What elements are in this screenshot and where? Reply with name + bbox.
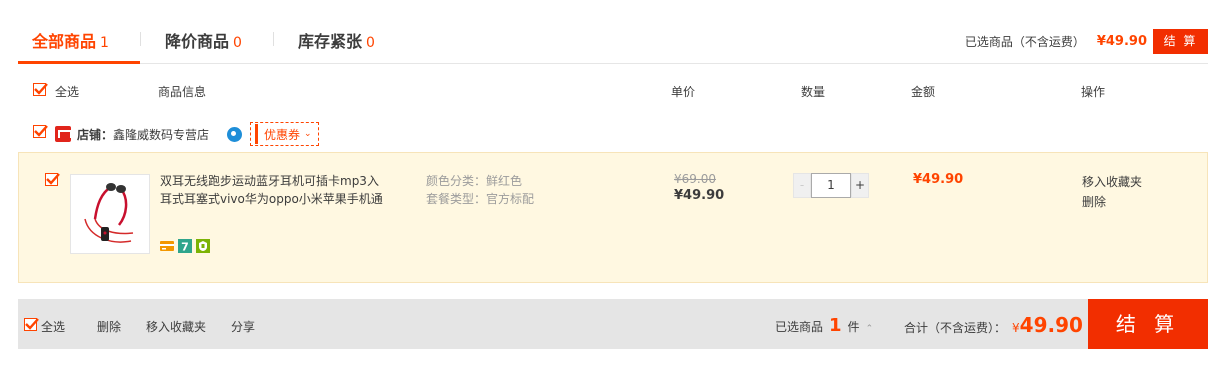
currency-symbol: ¥	[1012, 321, 1020, 335]
footer-share-link[interactable]: 分享	[231, 318, 255, 335]
header-unit-price: 单价	[671, 85, 696, 99]
shipping-insurance-badge-icon[interactable]	[196, 239, 210, 253]
checkout-button[interactable]: 结 算	[1088, 299, 1208, 349]
seven-day-return-badge-icon[interactable]: 7	[178, 239, 192, 253]
tmall-shop-icon	[55, 126, 72, 142]
selected-count[interactable]: 已选商品 1 件 ⌃	[775, 315, 873, 336]
item-subtotal: ¥49.90	[913, 172, 964, 187]
service-badges: 7	[160, 239, 210, 253]
qty-plus-button[interactable]: +	[851, 173, 869, 198]
check-icon	[34, 83, 48, 95]
prop-package: 套餐类型：官方标配	[426, 192, 535, 206]
tab-low-stock-label: 库存紧张	[298, 32, 363, 51]
prop-color: 颜色分类：鲜红色	[426, 174, 523, 188]
shop-name-text: 鑫隆威数码专营店	[113, 127, 210, 142]
total-price: 合计（不含运费）： ¥49.90	[904, 313, 1083, 337]
top-summary: 已选商品（不含运费） ¥49.90 结 算	[965, 29, 1208, 54]
header-actions: 操作	[1081, 85, 1106, 99]
original-price: ¥69.00	[674, 172, 716, 186]
top-checkout-button[interactable]: 结 算	[1153, 29, 1208, 54]
active-tab-underline	[18, 61, 140, 64]
total-amount: 49.90	[1019, 313, 1083, 337]
qty-minus-button[interactable]: -	[793, 173, 811, 198]
check-icon	[46, 173, 60, 185]
tab-price-drop-count: 0	[233, 35, 242, 51]
tab-all-count: 1	[100, 35, 109, 51]
header-amount: 金额	[911, 85, 936, 99]
cart-item-row: 双耳无线跑步运动蓝牙耳机可插卡mp3入 耳式耳塞式vivo华为oppo小米苹果手…	[18, 152, 1208, 283]
header-product-info: 商品信息	[158, 85, 207, 99]
product-image[interactable]	[70, 174, 150, 254]
svg-text:7: 7	[181, 241, 189, 254]
tab-divider	[140, 32, 141, 46]
tab-low-stock-count: 0	[366, 35, 375, 51]
shop-prefix: 店铺：	[77, 127, 114, 142]
check-icon	[25, 318, 39, 330]
header-quantity: 数量	[801, 85, 826, 99]
tab-all-label: 全部商品	[32, 32, 97, 51]
tab-price-drop-label: 降价商品	[165, 32, 230, 51]
delete-item-link[interactable]: 删除	[1082, 192, 1142, 212]
footer-move-fav-link[interactable]: 移入收藏夹	[146, 318, 206, 335]
chevron-up-icon: ⌃	[865, 324, 874, 334]
tab-price-drop[interactable]: 降价商品 0	[165, 28, 242, 52]
tab-divider	[273, 32, 274, 46]
top-summary-label: 已选商品（不含运费）	[964, 35, 1085, 49]
move-to-favorites-link[interactable]: 移入收藏夹	[1082, 172, 1142, 192]
footer-select-all-checkbox[interactable]	[24, 318, 39, 331]
selected-suffix: 件	[847, 320, 860, 334]
coupon-dropdown[interactable]: 优惠券 ⌄	[250, 122, 319, 146]
select-all-checkbox[interactable]	[33, 83, 48, 96]
coupon-flag-icon	[255, 124, 259, 144]
current-price: ¥49.90	[674, 188, 725, 203]
earphones-image	[84, 183, 134, 243]
selected-prefix: 已选商品	[775, 320, 824, 334]
product-title[interactable]: 双耳无线跑步运动蓝牙耳机可插卡mp3入 耳式耳塞式vivo华为oppo小米苹果手…	[160, 172, 390, 208]
qty-input[interactable]: 1	[811, 173, 851, 198]
tab-low-stock[interactable]: 库存紧张 0	[298, 28, 375, 52]
item-actions: 移入收藏夹 删除	[1082, 172, 1142, 212]
coupon-label: 优惠券	[264, 127, 301, 142]
tab-all-items[interactable]: 全部商品 1	[32, 28, 109, 52]
quantity-stepper: - 1 +	[793, 173, 869, 198]
credit-card-badge-icon[interactable]	[160, 239, 174, 253]
footer-delete-link[interactable]: 删除	[97, 318, 121, 335]
top-summary-amount: ¥49.90	[1096, 34, 1147, 49]
footer-select-all-label[interactable]: 全选	[41, 318, 65, 335]
wangwang-chat-icon[interactable]	[227, 126, 243, 142]
checkout-bar: 全选 删除 移入收藏夹 分享 已选商品 1 件 ⌃ 合计（不含运费）： ¥49.…	[18, 299, 1208, 349]
select-all-label[interactable]: 全选	[55, 83, 79, 100]
cart-tabs: 全部商品 1 降价商品 0 库存紧张 0 已选商品（不含运费） ¥49.90 结 算	[18, 0, 1208, 64]
shop-row: 店铺：鑫隆威数码专营店 优惠券 ⌄	[33, 121, 319, 147]
product-title-line1: 双耳无线跑步运动蓝牙耳机可插卡mp3入	[160, 174, 379, 188]
item-checkbox[interactable]	[45, 173, 60, 186]
selected-count-number: 1	[829, 315, 842, 336]
product-title-line2: 耳式耳塞式vivo华为oppo小米苹果手机通	[160, 192, 383, 206]
total-label: 合计（不含运费）：	[904, 321, 1007, 335]
chevron-down-icon: ⌄	[304, 129, 312, 139]
product-properties: 颜色分类：鲜红色 套餐类型：官方标配	[426, 172, 534, 208]
shop-name[interactable]: 店铺：鑫隆威数码专营店	[77, 126, 209, 143]
